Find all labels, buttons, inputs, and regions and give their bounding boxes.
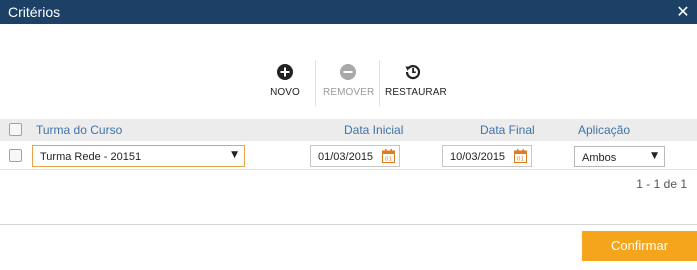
minus-circle-icon — [340, 64, 356, 80]
footer-divider — [0, 224, 697, 225]
dialog-title: Critérios — [8, 4, 61, 20]
svg-text:01: 01 — [517, 157, 524, 163]
grid-header: Turma do Curso Data Inicial Data Final A… — [0, 119, 697, 141]
restore-button[interactable]: RESTAURAR — [385, 60, 447, 106]
confirm-button[interactable]: Confirmar — [582, 231, 697, 261]
turma-select-value: Turma Rede - 20151 — [40, 151, 142, 163]
svg-text:01: 01 — [385, 157, 392, 163]
column-header-data-inicial[interactable]: Data Inicial — [344, 123, 403, 137]
pager-summary: 1 - 1 de 1 — [636, 177, 687, 191]
remove-button-label: REMOVER — [323, 87, 375, 98]
data-final-value: 10/03/2015 — [450, 151, 506, 163]
column-header-data-final[interactable]: Data Final — [480, 123, 535, 137]
close-icon[interactable]: ✕ — [675, 2, 691, 22]
calendar-icon[interactable]: 01 — [514, 149, 527, 163]
data-inicial-field[interactable]: 01/03/2015 01 — [310, 145, 400, 167]
row-divider — [0, 169, 697, 170]
dialog-titlebar: Critérios ✕ — [0, 0, 697, 24]
chevron-down-icon: ▼ — [231, 150, 238, 160]
new-button[interactable]: NOVO — [261, 60, 309, 106]
calendar-icon[interactable]: 01 — [382, 149, 395, 163]
restore-button-label: RESTAURAR — [385, 87, 447, 98]
column-header-aplicacao[interactable]: Aplicação — [578, 123, 630, 137]
toolbar-divider — [379, 60, 380, 106]
row-checkbox[interactable] — [9, 149, 22, 162]
toolbar-divider — [315, 60, 316, 106]
turma-select[interactable]: Turma Rede - 20151 ▼ — [32, 145, 245, 167]
remove-button[interactable]: REMOVER — [323, 60, 375, 106]
plus-circle-icon — [277, 64, 293, 80]
select-all-checkbox[interactable] — [9, 123, 22, 136]
aplicacao-select-value: Ambos — [582, 152, 617, 164]
history-icon — [405, 65, 421, 80]
data-inicial-value: 01/03/2015 — [318, 151, 374, 163]
table-row: Turma Rede - 20151 ▼ 01/03/2015 01 10/03… — [0, 142, 697, 170]
chevron-down-icon: ▼ — [651, 151, 658, 161]
aplicacao-select[interactable]: Ambos ▼ — [574, 146, 665, 167]
column-header-turma[interactable]: Turma do Curso — [36, 123, 122, 137]
new-button-label: NOVO — [270, 87, 300, 98]
data-final-field[interactable]: 10/03/2015 01 — [442, 145, 532, 167]
